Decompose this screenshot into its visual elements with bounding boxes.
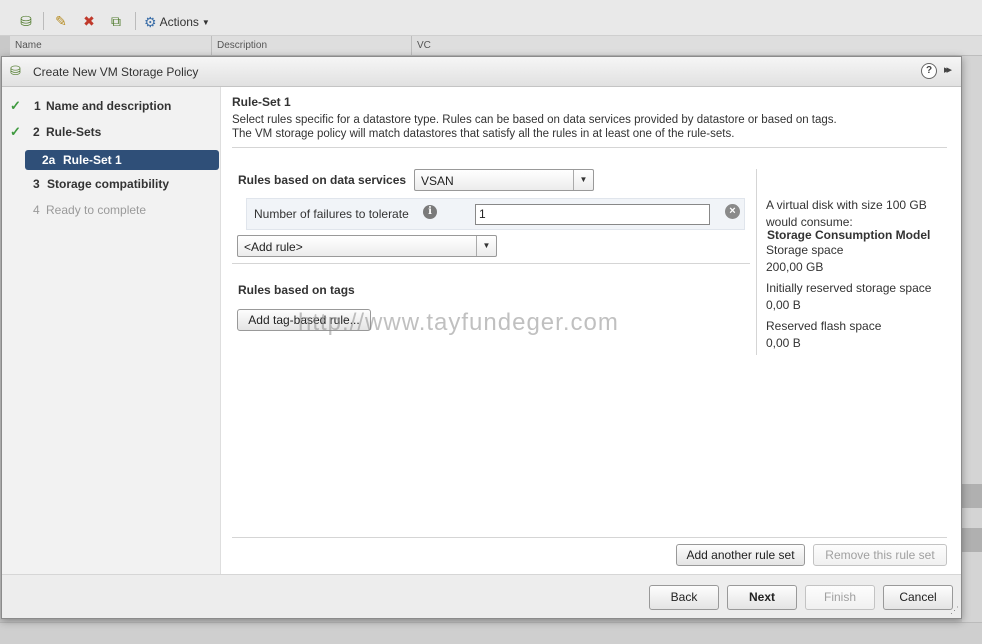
wizard-content: Rule-Set 1 Select rules specific for a d… bbox=[222, 87, 961, 574]
expand-icon[interactable]: ▸▸ bbox=[944, 63, 952, 76]
column-header-description[interactable]: Description bbox=[212, 36, 412, 55]
data-services-select[interactable]: VSAN ▼ bbox=[414, 169, 594, 191]
step-label: Storage compatibility bbox=[47, 177, 170, 191]
description-line: The VM storage policy will match datasto… bbox=[232, 128, 735, 140]
delete-policy-icon[interactable]: ✖ bbox=[80, 12, 98, 30]
back-button[interactable]: Back bbox=[649, 585, 719, 610]
finish-button: Finish bbox=[805, 585, 875, 610]
rule-row-failures-to-tolerate: Number of failures to tolerate i 1 × bbox=[246, 198, 745, 230]
flash-space-label: Reserved flash space bbox=[766, 319, 882, 333]
background-row bbox=[960, 528, 982, 552]
actions-label: Actions bbox=[159, 15, 199, 29]
add-rule-select[interactable]: <Add rule> ▼ bbox=[237, 235, 497, 257]
data-services-value: VSAN bbox=[421, 174, 454, 188]
flash-space-value: 0,00 B bbox=[766, 336, 801, 350]
edit-pencil-icon[interactable]: ✎ bbox=[52, 12, 70, 30]
consumption-intro-line: would consume: bbox=[766, 215, 853, 229]
watermark: http://www.tayfundeger.com bbox=[298, 309, 619, 336]
description-line: Select rules specific for a datastore ty… bbox=[232, 114, 837, 126]
next-button[interactable]: Next bbox=[727, 585, 797, 610]
column-header-name[interactable]: Name bbox=[10, 36, 212, 55]
page-title: Rule-Set 1 bbox=[232, 95, 291, 109]
divider bbox=[232, 147, 947, 148]
failures-to-tolerate-input[interactable]: 1 bbox=[475, 204, 710, 225]
remove-rule-icon[interactable]: × bbox=[725, 204, 740, 219]
reserved-space-label: Initially reserved storage space bbox=[766, 281, 932, 295]
substep-label: Rule-Set 1 bbox=[63, 153, 122, 167]
step-label: Rule-Sets bbox=[46, 125, 102, 139]
vertical-divider bbox=[756, 169, 757, 355]
storage-space-value: 200,00 GB bbox=[766, 260, 824, 274]
reserved-space-value: 0,00 B bbox=[766, 298, 801, 312]
create-vm-storage-policy-dialog: ⛁ Create New VM Storage Policy ? ▸▸ ✓ 1 … bbox=[1, 56, 962, 619]
background-toolbar: ⛁ ✎ ✖ ⧉ ⚙ Actions ▼ bbox=[0, 0, 982, 36]
wizard-step-name-and-description[interactable]: ✓ 1 Name and description bbox=[2, 96, 221, 116]
clone-policy-icon[interactable]: ⧉ bbox=[107, 12, 125, 30]
help-icon[interactable]: ? bbox=[921, 63, 937, 79]
dialog-title: Create New VM Storage Policy bbox=[33, 65, 199, 79]
consumption-intro-line: A virtual disk with size 100 GB bbox=[766, 198, 927, 212]
checkmark-icon: ✓ bbox=[10, 124, 21, 139]
data-services-label: Rules based on data services bbox=[238, 173, 407, 187]
flash-space-block: Reserved flash space 0,00 B bbox=[766, 318, 881, 352]
chevron-down-icon: ▼ bbox=[476, 236, 496, 256]
new-vm-storage-policy-icon[interactable]: ⛁ bbox=[17, 12, 35, 30]
substep-number: 2a bbox=[42, 153, 56, 167]
wizard-step-rule-sets[interactable]: ✓ 2 Rule-Sets bbox=[2, 122, 221, 142]
wizard-step-storage-compatibility[interactable]: 3 Storage compatibility bbox=[2, 174, 221, 194]
background-row bbox=[960, 484, 982, 508]
wizard-nav: ✓ 1 Name and description ✓ 2 Rule-Sets 2… bbox=[2, 87, 221, 574]
divider bbox=[232, 537, 947, 538]
dialog-titlebar: ⛁ Create New VM Storage Policy ? ▸▸ bbox=[2, 57, 961, 87]
checkmark-icon: ✓ bbox=[10, 98, 21, 113]
divider bbox=[232, 263, 750, 264]
add-rule-value: <Add rule> bbox=[244, 240, 303, 254]
step-label: Name and description bbox=[46, 99, 172, 113]
step-number: 3 bbox=[33, 177, 40, 191]
page-description: Select rules specific for a datastore ty… bbox=[232, 113, 837, 141]
gear-icon: ⚙ bbox=[144, 13, 157, 30]
toolbar-separator bbox=[43, 12, 44, 30]
toolbar-separator bbox=[135, 12, 136, 30]
remove-rule-set-button: Remove this rule set bbox=[813, 544, 947, 566]
actions-menu[interactable]: ⚙ Actions ▼ bbox=[144, 12, 210, 32]
step-number: 1 bbox=[34, 99, 41, 113]
storage-space-block: Storage space 200,00 GB bbox=[766, 242, 843, 276]
background-bottom-grid bbox=[0, 622, 982, 644]
reserved-space-block: Initially reserved storage space 0,00 B bbox=[766, 280, 931, 314]
add-another-rule-set-button[interactable]: Add another rule set bbox=[676, 544, 805, 566]
chevron-down-icon: ▼ bbox=[573, 170, 593, 190]
background-grid-header: Name Description VC bbox=[10, 36, 982, 56]
tags-label: Rules based on tags bbox=[238, 283, 355, 297]
wizard-step-ready-to-complete: 4 Ready to complete bbox=[2, 200, 221, 220]
storage-policy-icon: ⛁ bbox=[10, 63, 21, 78]
column-header-vc[interactable]: VC bbox=[412, 36, 612, 55]
consumption-intro: A virtual disk with size 100 GB would co… bbox=[766, 197, 927, 231]
step-number: 2 bbox=[33, 125, 40, 139]
rule-label: Number of failures to tolerate bbox=[254, 207, 409, 221]
chevron-down-icon: ▼ bbox=[201, 17, 210, 27]
storage-space-label: Storage space bbox=[766, 243, 844, 257]
step-label: Ready to complete bbox=[46, 203, 147, 217]
step-number: 4 bbox=[33, 203, 40, 217]
cancel-button[interactable]: Cancel bbox=[883, 585, 953, 610]
info-icon[interactable]: i bbox=[423, 205, 437, 219]
dialog-footer: Back Next Finish Cancel ⋰ bbox=[2, 574, 961, 618]
wizard-substep-rule-set-1[interactable]: 2a Rule-Set 1 bbox=[25, 150, 219, 170]
resize-grip-icon[interactable]: ⋰ bbox=[950, 605, 959, 616]
